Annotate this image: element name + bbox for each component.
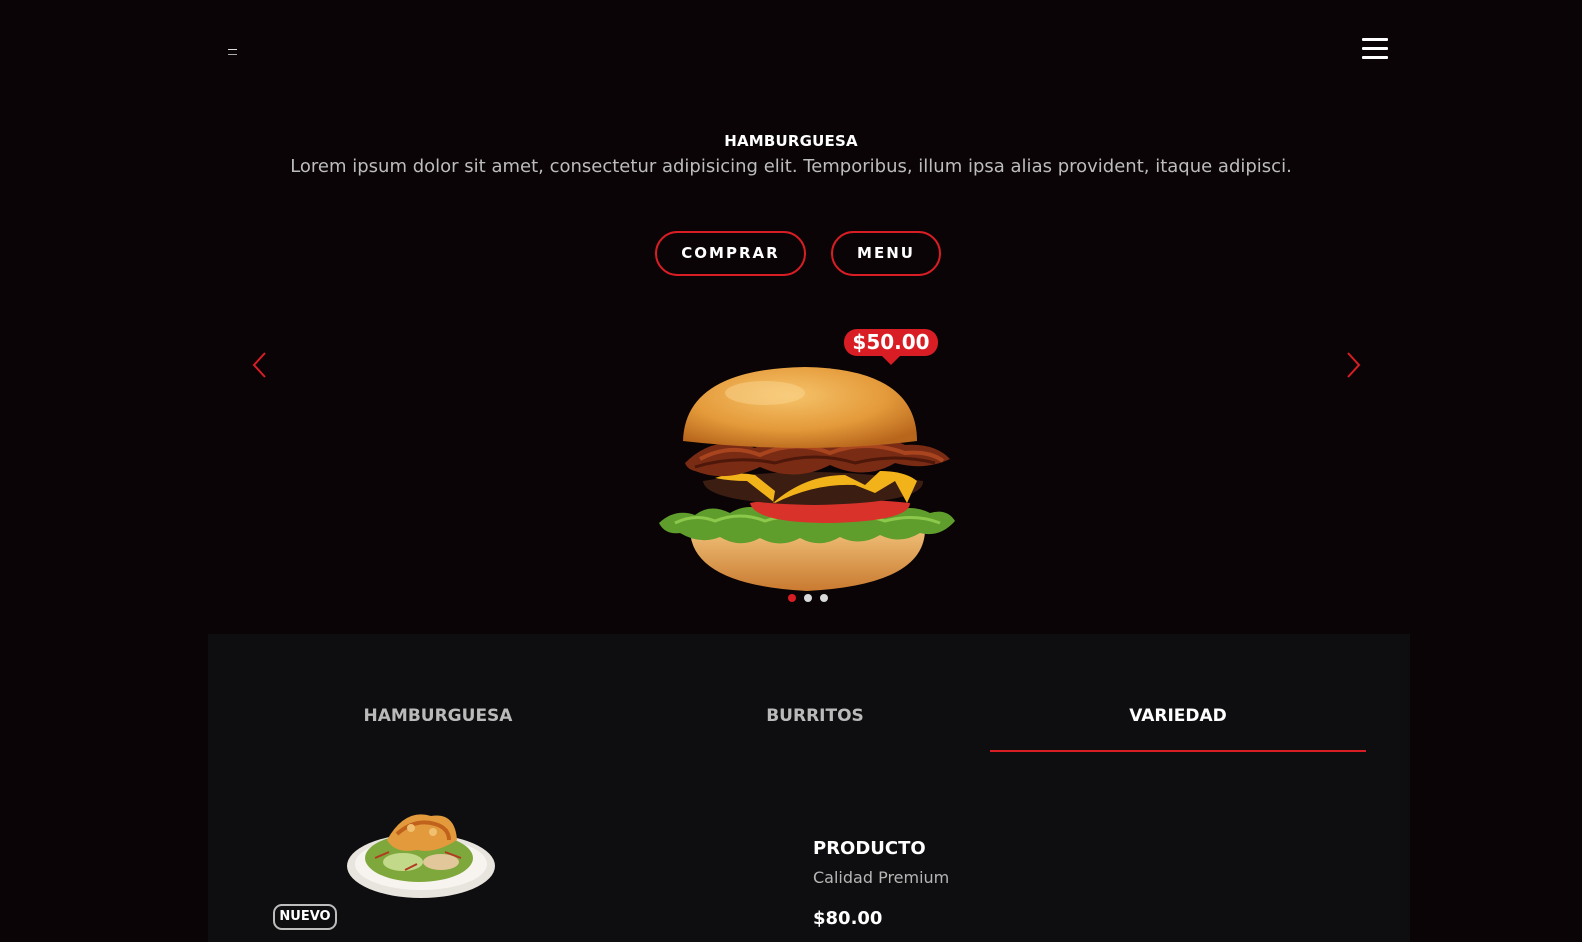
hamburger-menu-icon[interactable] — [1362, 38, 1388, 60]
price-tag: $50.00 — [844, 329, 938, 365]
new-badge: NUEVO — [273, 904, 337, 930]
menu-panel: HAMBURGUESA BURRITOS VARIEDAD NUEVO PROD… — [208, 634, 1410, 942]
product-name: PRODUCTO — [813, 838, 926, 859]
tab-hamburguesa[interactable]: HAMBURGUESA — [250, 706, 626, 750]
tab-burritos[interactable]: BURRITOS — [627, 706, 1003, 750]
chevron-left-icon[interactable] — [250, 350, 270, 380]
carousel-dot[interactable] — [788, 594, 796, 602]
carousel-dot[interactable] — [820, 594, 828, 602]
comprar-button[interactable]: COMPRAR — [655, 231, 806, 276]
burger-image — [659, 367, 955, 591]
menu-button[interactable]: MENU — [831, 231, 941, 276]
logo[interactable] — [228, 49, 237, 55]
carousel-dot[interactable] — [804, 594, 812, 602]
product-image — [347, 814, 495, 898]
hero-title: HAMBURGUESA — [724, 132, 858, 150]
chevron-right-icon[interactable] — [1343, 350, 1363, 380]
hero-description: Lorem ipsum dolor sit amet, consectetur … — [290, 156, 1292, 177]
product-price: $80.00 — [813, 908, 883, 929]
product-quality: Calidad Premium — [813, 868, 950, 887]
tab-variedad[interactable]: VARIEDAD — [990, 706, 1366, 752]
